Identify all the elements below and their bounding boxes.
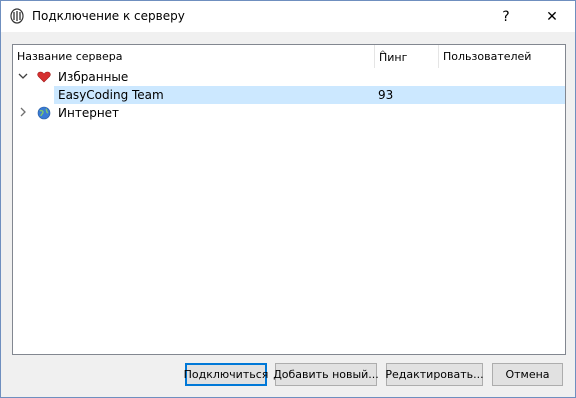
connect-button[interactable]: Подключиться: [184, 363, 268, 386]
server-tree[interactable]: Название сервера ^ Пинг Пользователей Из…: [12, 44, 566, 355]
server-row[interactable]: EasyCoding Team 93: [54, 86, 565, 104]
column-header-users-label: Пользователей: [443, 50, 532, 63]
tree-group-internet[interactable]: Интернет: [13, 104, 565, 122]
tree-group-favorites[interactable]: Избранные: [13, 68, 565, 86]
edit-server-button[interactable]: Редактировать...: [385, 363, 484, 386]
cancel-button[interactable]: Отмена: [492, 363, 563, 386]
server-ping: 93: [378, 88, 394, 102]
server-name: EasyCoding Team: [58, 88, 164, 102]
heart-icon: [37, 70, 51, 84]
globe-icon: [37, 106, 51, 120]
add-server-button[interactable]: Добавить новый...: [273, 363, 379, 386]
window-title: Подключение к серверу: [32, 9, 185, 23]
chevron-down-icon[interactable]: [17, 71, 29, 83]
column-header-name[interactable]: Название сервера: [13, 45, 375, 68]
help-button[interactable]: ?: [483, 1, 529, 32]
column-header-name-label: Название сервера: [17, 50, 123, 63]
title-bar: Подключение к серверу ? ✕: [1, 1, 575, 32]
connect-dialog: Подключение к серверу ? ✕ Название серве…: [0, 0, 576, 398]
tree-group-label: Избранные: [58, 70, 129, 84]
chevron-right-icon[interactable]: [17, 107, 29, 119]
column-header-users[interactable]: Пользователей: [439, 45, 564, 68]
close-button[interactable]: ✕: [529, 1, 575, 32]
column-header-ping[interactable]: ^ Пинг: [375, 45, 439, 68]
app-icon: [9, 8, 25, 24]
column-header-ping-label: Пинг: [379, 51, 408, 64]
tree-group-label: Интернет: [58, 106, 120, 120]
